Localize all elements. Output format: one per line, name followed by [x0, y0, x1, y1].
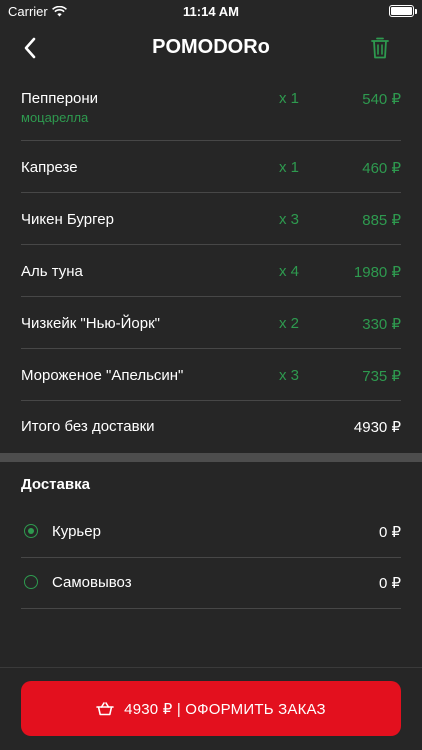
order-item[interactable]: Капрезе x 1 460 ₽ — [21, 141, 401, 193]
checkout-label: 4930 ₽ | ОФОРМИТЬ ЗАКАЗ — [124, 700, 326, 718]
item-quantity: x 3 — [279, 367, 300, 384]
item-quantity: x 1 — [279, 159, 300, 176]
order-item[interactable]: Чизкейк "Нью-Йорк" x 2 330 ₽ — [21, 297, 401, 349]
delivery-option-price: 0 ₽ — [378, 575, 401, 592]
item-price: 460 ₽ — [362, 160, 401, 177]
delivery-option-price: 0 ₽ — [378, 524, 401, 541]
item-name: Аль туна — [21, 263, 83, 280]
order-item[interactable]: Мороженое "Апельсин" x 3 735 ₽ — [21, 349, 401, 401]
item-price: 735 ₽ — [362, 368, 401, 385]
subtotal-value: 4930 ₽ — [353, 419, 401, 436]
cart-screen: Carrier 11:14 AM POMODORo Пепперони моца… — [0, 0, 422, 750]
item-price: 540 ₽ — [362, 91, 401, 108]
order-item[interactable]: Аль туна x 4 1980 ₽ — [21, 245, 401, 297]
section-divider — [0, 453, 422, 462]
item-name: Пепперони — [21, 90, 99, 107]
radio-checked-icon[interactable] — [24, 524, 38, 538]
battery-level — [391, 7, 412, 15]
item-price: 1980 ₽ — [353, 264, 401, 281]
item-quantity: x 3 — [279, 211, 300, 228]
bottom-divider — [0, 667, 422, 668]
nav-bar: POMODORo — [0, 24, 422, 72]
delivery-title: Доставка — [21, 476, 90, 493]
item-name: Мороженое "Апельсин" — [21, 367, 184, 384]
subtotal-label: Итого без доставки — [21, 418, 155, 435]
item-option: моцарелла — [21, 110, 89, 125]
delivery-option-courier[interactable]: Курьер 0 ₽ — [21, 507, 401, 558]
delivery-option-pickup[interactable]: Самовывоз 0 ₽ — [21, 558, 401, 609]
delivery-section: Доставка Курьер 0 ₽ Самовывоз 0 ₽ — [0, 462, 422, 609]
order-list: Пепперони моцарелла x 1 540 ₽ Капрезе x … — [0, 72, 422, 455]
order-item[interactable]: Пепперони моцарелла x 1 540 ₽ — [21, 72, 401, 141]
delivery-option-label: Самовывоз — [52, 574, 132, 591]
clear-cart-button[interactable] — [368, 34, 392, 62]
checkout-button[interactable]: 4930 ₽ | ОФОРМИТЬ ЗАКАЗ — [21, 681, 401, 736]
item-price: 330 ₽ — [362, 316, 401, 333]
item-name: Чикен Бургер — [21, 211, 114, 228]
item-price: 885 ₽ — [362, 212, 401, 229]
status-time: 11:14 AM — [183, 4, 239, 19]
item-name: Чизкейк "Нью-Йорк" — [21, 315, 161, 332]
trash-icon — [371, 37, 389, 59]
item-quantity: x 1 — [279, 90, 300, 107]
item-quantity: x 4 — [279, 263, 300, 280]
status-bar: Carrier 11:14 AM — [0, 0, 422, 24]
delivery-option-label: Курьер — [52, 523, 101, 540]
item-quantity: x 2 — [279, 315, 300, 332]
battery-icon — [389, 5, 417, 17]
radio-unchecked-icon[interactable] — [24, 575, 38, 589]
order-item[interactable]: Чикен Бургер x 3 885 ₽ — [21, 193, 401, 245]
item-name: Капрезе — [21, 159, 78, 176]
basket-icon — [96, 701, 114, 715]
subtotal-row: Итого без доставки 4930 ₽ — [21, 401, 401, 455]
page-title: POMODORo — [152, 36, 270, 58]
